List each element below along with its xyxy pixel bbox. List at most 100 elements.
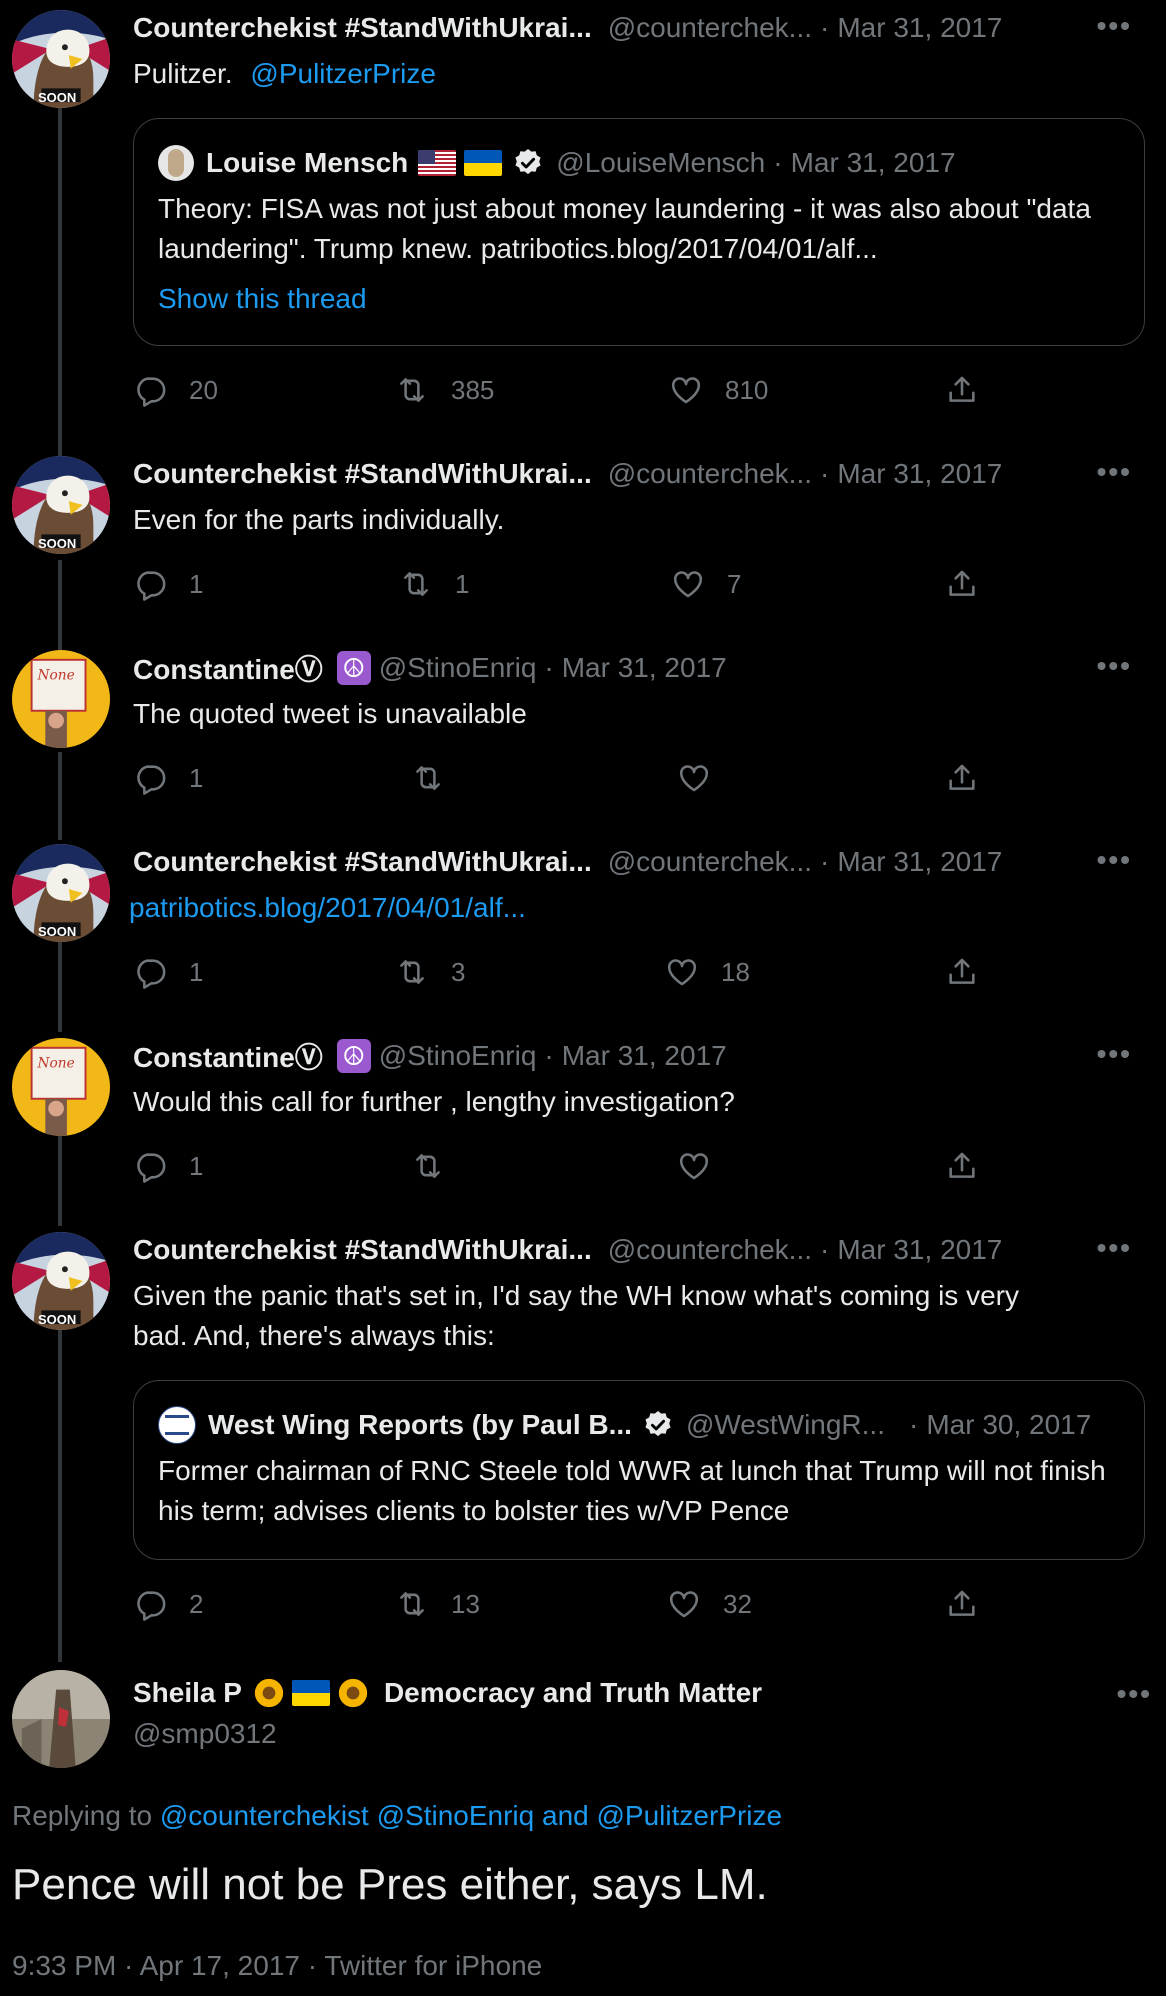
reply-button[interactable]: 1 bbox=[133, 758, 203, 798]
tweet-link[interactable]: patribotics.blog/2017/04/01/alf... bbox=[129, 888, 1106, 928]
author-handle[interactable]: @counterchek... bbox=[608, 12, 812, 44]
author-name[interactable]: Counterchekist #StandWithUkrai... bbox=[133, 1234, 592, 1266]
share-button[interactable] bbox=[945, 370, 1001, 410]
author-handle[interactable]: @counterchek... bbox=[608, 846, 812, 878]
retweet-count: 385 bbox=[451, 374, 495, 405]
mention-link[interactable]: @PulitzerPrize bbox=[250, 58, 436, 89]
avatar[interactable]: SOON bbox=[12, 1232, 110, 1330]
share-button[interactable] bbox=[945, 758, 1001, 798]
retweet-button[interactable] bbox=[411, 1146, 467, 1186]
author-handle[interactable]: @smp0312 bbox=[133, 1718, 762, 1750]
reply-count: 1 bbox=[189, 568, 204, 599]
more-icon[interactable]: ••• bbox=[1117, 1678, 1152, 1710]
reply-button[interactable]: 2 bbox=[133, 1584, 203, 1624]
retweet-button[interactable]: 3 bbox=[395, 952, 465, 992]
quoted-text: Theory: FISA was not just about money la… bbox=[158, 193, 1091, 264]
retweet-icon bbox=[399, 567, 433, 601]
reply-count: 1 bbox=[189, 956, 204, 987]
author-handle[interactable]: @counterchek... bbox=[608, 1234, 812, 1266]
like-count: 18 bbox=[721, 956, 750, 987]
separator: · bbox=[773, 147, 783, 178]
peace-icon: ☮ bbox=[336, 651, 371, 685]
author-name-suffix[interactable]: Democracy and Truth Matter bbox=[384, 1677, 762, 1709]
tweet-date[interactable]: Mar 31, 2017 bbox=[562, 1040, 727, 1072]
avatar[interactable] bbox=[12, 1038, 110, 1136]
tweet[interactable]: ConstantineⓋ ☮ @StinoEnriq · Mar 31, 201… bbox=[0, 640, 1166, 810]
like-button[interactable]: 7 bbox=[671, 564, 741, 604]
tweet-date[interactable]: Mar 31, 2017 bbox=[837, 1234, 1002, 1266]
author-name[interactable]: ConstantineⓋ bbox=[133, 1036, 323, 1076]
tweet-date[interactable]: Mar 31, 2017 bbox=[562, 652, 727, 684]
avatar[interactable] bbox=[12, 1670, 110, 1768]
tweet-date[interactable]: Mar 31, 2017 bbox=[837, 458, 1002, 490]
replying-to: Replying to @counterchekist @StinoEnriq … bbox=[12, 1800, 782, 1832]
avatar[interactable] bbox=[12, 650, 110, 748]
separator: · bbox=[820, 12, 830, 43]
author-name[interactable]: Counterchekist #StandWithUkrai... bbox=[133, 12, 592, 44]
replying-to-mentions[interactable]: @counterchekist @StinoEnriq and @Pulitze… bbox=[160, 1800, 782, 1831]
more-icon[interactable]: ••• bbox=[1097, 650, 1132, 682]
separator: · bbox=[909, 1409, 919, 1440]
reply-button[interactable]: 20 bbox=[133, 370, 218, 410]
author-handle[interactable]: @counterchek... bbox=[608, 458, 812, 490]
tweet[interactable]: SOON Counterchekist #StandWithUkrai... @… bbox=[0, 1222, 1166, 1642]
tweet-text: Pulitzer. bbox=[133, 58, 233, 89]
share-button[interactable] bbox=[945, 1146, 1001, 1186]
quoted-author-name: Louise Mensch bbox=[206, 147, 409, 178]
tweet-text-line: bad. And, there's always this: bbox=[133, 1320, 495, 1351]
author-name[interactable]: Counterchekist #StandWithUkrai... bbox=[133, 846, 592, 878]
more-icon[interactable]: ••• bbox=[1097, 456, 1132, 488]
avatar[interactable]: SOON bbox=[12, 10, 110, 108]
tweet-meta[interactable]: 9:33 PM · Apr 17, 2017 · Twitter for iPh… bbox=[12, 1950, 542, 1982]
tweet[interactable]: SOON Counterchekist #StandWithUkrai... @… bbox=[0, 0, 1166, 420]
share-button[interactable] bbox=[945, 564, 1001, 604]
like-button[interactable]: 18 bbox=[665, 952, 750, 992]
avatar-badge: SOON bbox=[38, 1312, 77, 1327]
author-name[interactable]: Sheila P bbox=[133, 1677, 242, 1709]
like-count: 32 bbox=[723, 1588, 752, 1619]
quoted-tweet[interactable]: Louise Mensch @LouiseMensch · Mar 31, 20… bbox=[133, 118, 1145, 346]
separator: · bbox=[820, 846, 830, 877]
tweet-date[interactable]: Mar 31, 2017 bbox=[837, 12, 1002, 44]
more-icon[interactable]: ••• bbox=[1097, 844, 1132, 876]
share-icon bbox=[945, 761, 979, 795]
retweet-button[interactable]: 1 bbox=[399, 564, 469, 604]
tweet-date[interactable]: Mar 31, 2017 bbox=[837, 846, 1002, 878]
reply-button[interactable]: 1 bbox=[133, 564, 203, 604]
like-count: 7 bbox=[727, 568, 742, 599]
author-name[interactable]: Counterchekist #StandWithUkrai... bbox=[133, 458, 592, 490]
tweet-text: Even for the parts individually. bbox=[133, 504, 505, 535]
share-button[interactable] bbox=[945, 952, 1001, 992]
quoted-tweet[interactable]: West Wing Reports (by Paul B... @WestWin… bbox=[133, 1380, 1145, 1560]
retweet-icon bbox=[395, 955, 429, 989]
show-thread-link[interactable]: Show this thread bbox=[158, 279, 367, 319]
reply-button[interactable]: 1 bbox=[133, 952, 203, 992]
like-icon bbox=[667, 1587, 701, 1621]
more-icon[interactable]: ••• bbox=[1097, 10, 1132, 42]
avatar[interactable]: SOON bbox=[12, 844, 110, 942]
more-icon[interactable]: ••• bbox=[1097, 1232, 1132, 1264]
retweet-button[interactable] bbox=[411, 758, 467, 798]
like-count: 810 bbox=[725, 374, 769, 405]
like-button[interactable] bbox=[677, 758, 733, 798]
separator: · bbox=[820, 1234, 830, 1265]
reply-button[interactable]: 1 bbox=[133, 1146, 203, 1186]
sunflower-icon bbox=[338, 1678, 368, 1708]
share-button[interactable] bbox=[945, 1584, 1001, 1624]
tweet[interactable]: ConstantineⓋ ☮ @StinoEnriq · Mar 31, 201… bbox=[0, 1028, 1166, 1198]
avatar[interactable]: SOON bbox=[12, 456, 110, 554]
separator: · bbox=[544, 1040, 554, 1071]
retweet-button[interactable]: 13 bbox=[395, 1584, 480, 1624]
tweet[interactable]: SOON Counterchekist #StandWithUkrai... @… bbox=[0, 446, 1166, 616]
like-button[interactable] bbox=[677, 1146, 733, 1186]
peace-icon: ☮ bbox=[336, 1039, 371, 1073]
tweet[interactable]: SOON Counterchekist #StandWithUkrai... @… bbox=[0, 834, 1166, 1004]
more-icon[interactable]: ••• bbox=[1097, 1038, 1132, 1070]
author-handle[interactable]: @StinoEnriq bbox=[379, 1040, 537, 1072]
retweet-button[interactable]: 385 bbox=[395, 370, 494, 410]
author-name[interactable]: ConstantineⓋ bbox=[133, 648, 323, 688]
like-button[interactable]: 32 bbox=[667, 1584, 752, 1624]
author-handle[interactable]: @StinoEnriq bbox=[379, 652, 537, 684]
like-button[interactable]: 810 bbox=[669, 370, 768, 410]
share-icon bbox=[945, 1149, 979, 1183]
